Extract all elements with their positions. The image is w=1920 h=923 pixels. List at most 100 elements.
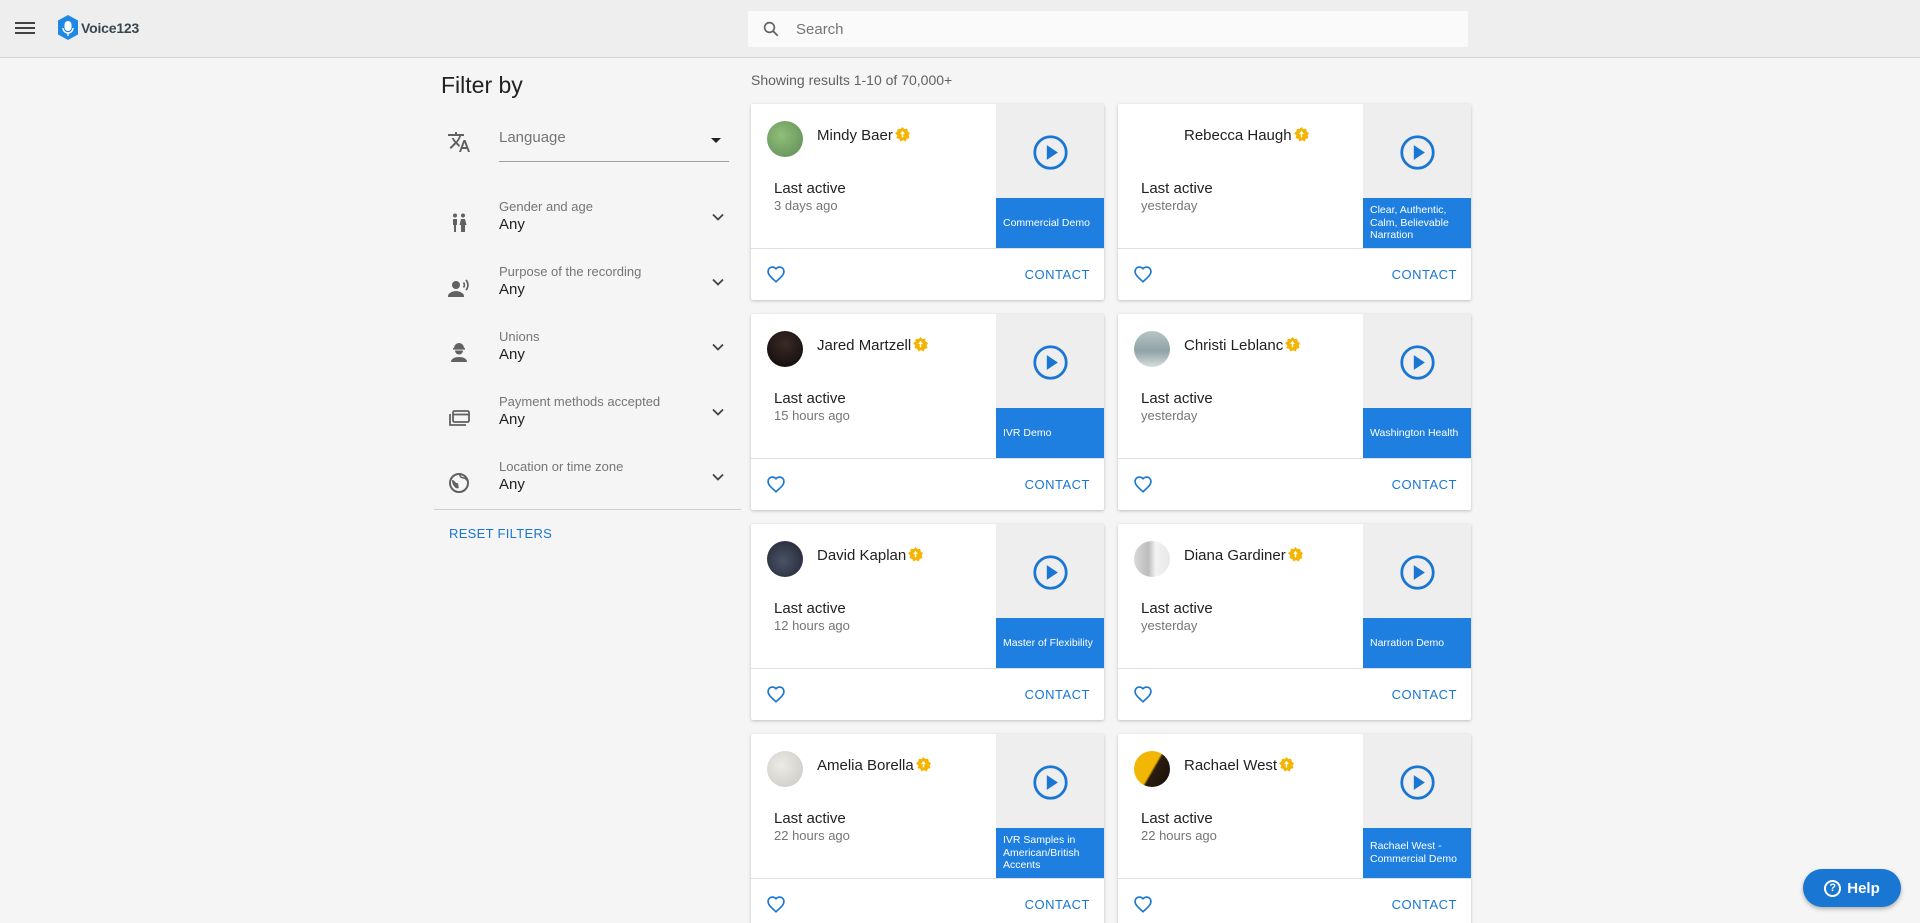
demo-title[interactable]: Master of Flexibility bbox=[996, 618, 1104, 668]
demo-title[interactable]: Commercial Demo bbox=[996, 198, 1104, 248]
avatar[interactable] bbox=[767, 121, 803, 157]
union-person-icon bbox=[451, 343, 467, 362]
talent-name[interactable]: David Kaplan bbox=[817, 547, 924, 564]
last-active-label: Last active bbox=[774, 390, 846, 407]
last-active-label: Last active bbox=[774, 810, 846, 827]
contact-button[interactable]: CONTACT bbox=[1025, 687, 1090, 702]
demo-title[interactable]: Rachael West - Commercial Demo bbox=[1363, 828, 1471, 878]
talent-card: Christi Leblanc Last active yesterday Wa… bbox=[1118, 314, 1471, 510]
heart-icon[interactable] bbox=[766, 265, 786, 283]
play-icon[interactable] bbox=[1032, 764, 1069, 801]
contact-button[interactable]: CONTACT bbox=[1392, 687, 1457, 702]
avatar[interactable] bbox=[1134, 331, 1170, 367]
talent-card: Rebecca Haugh Last active yesterday Clea… bbox=[1118, 104, 1471, 300]
demo-player: Narration Demo bbox=[1363, 524, 1471, 668]
help-label: Help bbox=[1847, 879, 1880, 897]
heart-icon[interactable] bbox=[1133, 685, 1153, 703]
contact-button[interactable]: CONTACT bbox=[1025, 267, 1090, 282]
chevron-down-icon bbox=[712, 473, 724, 481]
contact-button[interactable]: CONTACT bbox=[1392, 897, 1457, 912]
heart-icon[interactable] bbox=[1133, 475, 1153, 493]
top-bar: Voice123 bbox=[0, 0, 1920, 58]
pro-badge-icon bbox=[913, 337, 929, 352]
reset-filters-button[interactable]: RESET FILTERS bbox=[449, 526, 552, 541]
avatar[interactable] bbox=[1134, 121, 1170, 157]
demo-title[interactable]: IVR Demo bbox=[996, 408, 1104, 458]
payment-card-icon bbox=[449, 410, 470, 426]
demo-title[interactable]: Washington Health bbox=[1363, 408, 1471, 458]
heart-icon[interactable] bbox=[766, 895, 786, 913]
pro-badge-icon bbox=[894, 127, 910, 142]
filter-gender-age[interactable]: Gender and age Any bbox=[441, 199, 731, 259]
heart-icon[interactable] bbox=[766, 685, 786, 703]
talent-name[interactable]: Diana Gardiner bbox=[1184, 547, 1303, 564]
demo-player: Master of Flexibility bbox=[996, 524, 1104, 668]
play-icon[interactable] bbox=[1399, 554, 1436, 591]
demo-player: Rachael West - Commercial Demo bbox=[1363, 734, 1471, 878]
talent-name[interactable]: Jared Martzell bbox=[817, 337, 929, 354]
last-active-value: yesterday bbox=[1141, 408, 1198, 423]
contact-button[interactable]: CONTACT bbox=[1025, 897, 1090, 912]
avatar[interactable] bbox=[1134, 541, 1170, 577]
contact-button[interactable]: CONTACT bbox=[1025, 477, 1090, 492]
talent-name[interactable]: Mindy Baer bbox=[817, 127, 910, 144]
heart-icon[interactable] bbox=[766, 475, 786, 493]
talent-name[interactable]: Rebecca Haugh bbox=[1184, 127, 1309, 144]
heart-icon[interactable] bbox=[1133, 265, 1153, 283]
avatar[interactable] bbox=[767, 541, 803, 577]
filter-label: Location or time zone bbox=[499, 459, 624, 474]
card-divider bbox=[1118, 248, 1471, 249]
last-active-value: yesterday bbox=[1141, 198, 1198, 213]
heart-icon[interactable] bbox=[1133, 895, 1153, 913]
talent-name[interactable]: Rachael West bbox=[1184, 757, 1295, 774]
demo-player: IVR Demo bbox=[996, 314, 1104, 458]
last-active-value: 12 hours ago bbox=[774, 618, 850, 633]
logo-badge-icon bbox=[58, 15, 78, 40]
chevron-down-icon bbox=[712, 343, 724, 351]
demo-title[interactable]: IVR Samples in American/British Accents bbox=[996, 828, 1104, 878]
logo[interactable]: Voice123 bbox=[57, 15, 139, 40]
logo-text: Voice123 bbox=[81, 19, 140, 36]
language-select[interactable]: Language bbox=[499, 126, 729, 162]
play-icon[interactable] bbox=[1032, 554, 1069, 591]
help-button[interactable]: ? Help bbox=[1803, 869, 1901, 907]
demo-player: Commercial Demo bbox=[996, 104, 1104, 248]
filter-label: Purpose of the recording bbox=[499, 264, 642, 279]
talent-name[interactable]: Christi Leblanc bbox=[1184, 337, 1301, 354]
talent-name-text: Amelia Borella bbox=[817, 757, 914, 774]
search-bar[interactable] bbox=[748, 11, 1468, 47]
filter-location[interactable]: Location or time zone Any bbox=[441, 459, 731, 519]
play-icon[interactable] bbox=[1399, 764, 1436, 801]
last-active-label: Last active bbox=[774, 180, 846, 197]
contact-button[interactable]: CONTACT bbox=[1392, 267, 1457, 282]
avatar[interactable] bbox=[767, 751, 803, 787]
talent-name-text: Jared Martzell bbox=[817, 337, 912, 354]
play-icon[interactable] bbox=[1032, 344, 1069, 381]
filter-unions[interactable]: Unions Any bbox=[441, 329, 731, 389]
talent-name-text: David Kaplan bbox=[817, 547, 907, 564]
search-input[interactable] bbox=[796, 20, 1436, 38]
gender-icon bbox=[453, 213, 467, 232]
filter-value: Any bbox=[499, 281, 525, 298]
last-active-value: 22 hours ago bbox=[774, 828, 850, 843]
menu-icon[interactable] bbox=[15, 19, 35, 37]
filter-divider bbox=[434, 509, 741, 510]
chevron-down-icon bbox=[712, 408, 724, 416]
demo-title[interactable]: Narration Demo bbox=[1363, 618, 1471, 668]
play-icon[interactable] bbox=[1032, 134, 1069, 171]
filter-payment[interactable]: Payment methods accepted Any bbox=[441, 394, 731, 454]
talent-name-text: Rachael West bbox=[1184, 757, 1278, 774]
demo-title[interactable]: Clear, Authentic, Calm, Believable Narra… bbox=[1363, 198, 1471, 248]
filter-purpose[interactable]: Purpose of the recording Any bbox=[441, 264, 731, 324]
play-icon[interactable] bbox=[1399, 344, 1436, 381]
demo-player: Washington Health bbox=[1363, 314, 1471, 458]
talent-name[interactable]: Amelia Borella bbox=[817, 757, 931, 774]
globe-icon bbox=[449, 473, 469, 493]
pro-badge-icon bbox=[908, 547, 924, 562]
contact-button[interactable]: CONTACT bbox=[1392, 477, 1457, 492]
play-icon[interactable] bbox=[1399, 134, 1436, 171]
last-active-label: Last active bbox=[1141, 180, 1213, 197]
avatar[interactable] bbox=[1134, 751, 1170, 787]
avatar[interactable] bbox=[767, 331, 803, 367]
talent-name-text: Rebecca Haugh bbox=[1184, 127, 1292, 144]
